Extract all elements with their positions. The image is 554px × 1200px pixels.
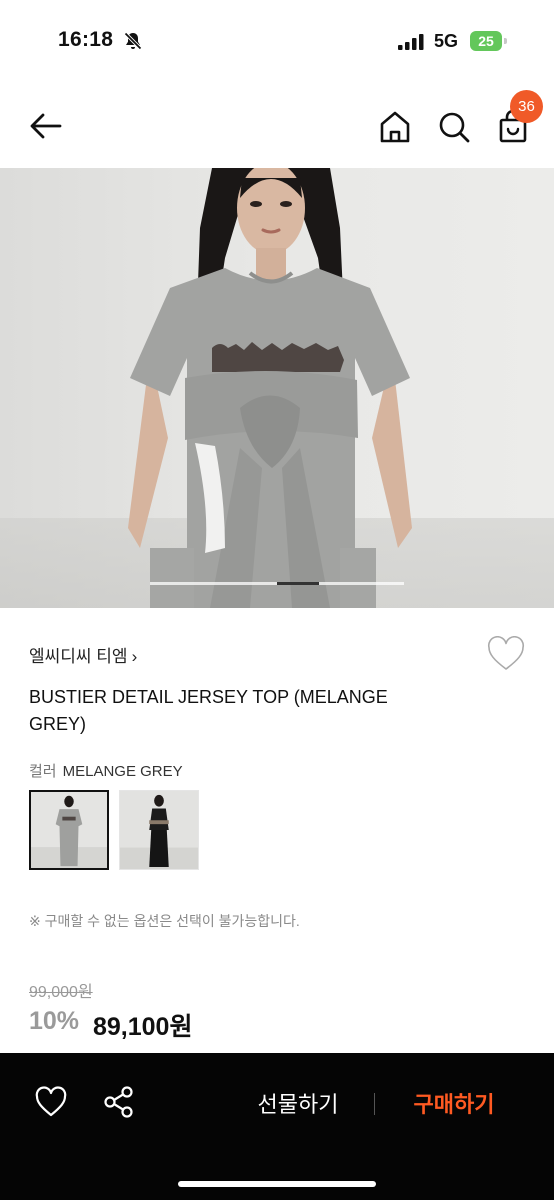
bell-off-icon <box>124 32 142 50</box>
search-icon[interactable] <box>435 108 473 146</box>
button-divider <box>374 1093 375 1115</box>
carousel-indicator <box>150 582 404 585</box>
bottom-action-bar: 선물하기 구매하기 <box>0 1053 554 1200</box>
brand-link[interactable]: 엘씨디씨 티엠 › <box>29 642 137 667</box>
network-type: 5G <box>434 31 459 51</box>
sale-price: 89,100원 <box>93 1013 193 1041</box>
wishlist-heart-icon[interactable] <box>486 636 526 672</box>
chevron-right-icon: › <box>131 647 138 666</box>
color-option-label: 컬러 MELANGE GREY <box>29 760 183 781</box>
back-arrow-icon[interactable] <box>26 106 66 146</box>
home-indicator[interactable] <box>178 1181 376 1187</box>
original-price: 99,000원 <box>29 984 93 1001</box>
battery-tip <box>504 38 507 44</box>
heart-icon[interactable] <box>34 1086 68 1118</box>
brand-name: 엘씨디씨 티엠 <box>29 647 128 666</box>
color-thumbnail-selected[interactable] <box>29 790 109 870</box>
discount-rate: 10% <box>29 1007 80 1035</box>
battery-level: 25 <box>470 31 502 51</box>
product-name: BUSTIER DETAIL JERSEY TOP (MELANGE GREY) <box>29 687 388 734</box>
selected-color: MELANGE GREY <box>62 763 183 780</box>
thumbnail-grey-look <box>31 792 107 868</box>
product-photo <box>0 168 554 608</box>
gift-button[interactable]: 선물하기 <box>240 1087 356 1121</box>
battery-icon: 25 <box>470 31 508 51</box>
carousel-indicator-active <box>277 582 320 585</box>
home-icon[interactable] <box>376 108 414 146</box>
thumbnail-black-look <box>120 791 198 869</box>
color-label-text: 컬러 <box>29 763 57 780</box>
signal-icon <box>398 34 424 50</box>
top-nav-bar: 36 <box>0 86 554 166</box>
status-bar: 16:18 5G 25 <box>0 0 554 80</box>
color-thumbnail[interactable] <box>119 790 199 870</box>
status-time: 16:18 <box>58 28 114 51</box>
buy-button[interactable]: 구매하기 <box>396 1087 512 1121</box>
share-icon[interactable] <box>102 1085 136 1119</box>
cart-count-badge[interactable]: 36 <box>510 90 543 123</box>
option-notice: ※ 구매할 수 없는 옵션은 선택이 불가능합니다. <box>29 913 300 929</box>
product-image-carousel[interactable] <box>0 168 554 608</box>
